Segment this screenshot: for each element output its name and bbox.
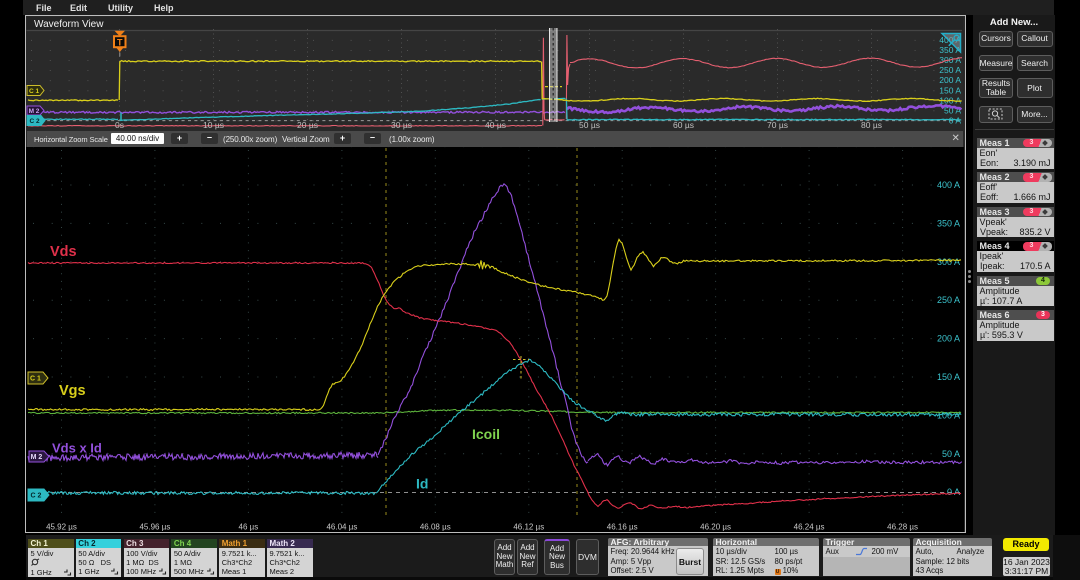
- svg-text:80 µs: 80 µs: [861, 120, 882, 130]
- svg-text:46.24 µs: 46.24 µs: [794, 523, 825, 532]
- svg-text:C 2: C 2: [29, 118, 40, 125]
- svg-text:250 A: 250 A: [937, 295, 960, 305]
- svg-text:46.28 µs: 46.28 µs: [887, 523, 918, 532]
- svg-text:0 A: 0 A: [947, 487, 960, 497]
- svg-text:10 µs: 10 µs: [203, 120, 224, 130]
- svg-text:Vgs: Vgs: [59, 383, 86, 399]
- svg-text:46 µs: 46 µs: [239, 523, 259, 532]
- svg-text:50 A: 50 A: [942, 449, 960, 459]
- svg-text:M 2: M 2: [29, 108, 40, 115]
- svg-text:46.04 µs: 46.04 µs: [326, 523, 357, 532]
- svg-text:60 µs: 60 µs: [673, 120, 694, 130]
- svg-text:46.08 µs: 46.08 µs: [420, 523, 451, 532]
- svg-text:C 1: C 1: [29, 88, 40, 95]
- svg-text:30 µs: 30 µs: [391, 120, 412, 130]
- svg-text:Vds x Id: Vds x Id: [52, 441, 102, 456]
- svg-text:45.92 µs: 45.92 µs: [46, 523, 77, 532]
- svg-text:Id: Id: [416, 476, 428, 492]
- svg-text:Icoil: Icoil: [472, 426, 500, 442]
- svg-text:150 A: 150 A: [939, 85, 961, 95]
- svg-text:C 1: C 1: [30, 376, 41, 383]
- svg-text:150 A: 150 A: [937, 372, 960, 382]
- svg-text:46.12 µs: 46.12 µs: [513, 523, 544, 532]
- svg-text:300 A: 300 A: [937, 257, 960, 267]
- svg-text:70 µs: 70 µs: [767, 120, 788, 130]
- svg-text:200 A: 200 A: [939, 75, 961, 85]
- svg-text:45.96 µs: 45.96 µs: [139, 523, 170, 532]
- svg-text:C 2: C 2: [31, 493, 42, 500]
- svg-text:Vds: Vds: [50, 244, 77, 260]
- svg-text:M 2: M 2: [31, 454, 43, 461]
- svg-text:250 A: 250 A: [939, 65, 961, 75]
- svg-text:46.16 µs: 46.16 µs: [607, 523, 638, 532]
- svg-text:0s: 0s: [115, 120, 124, 130]
- svg-text:400 A: 400 A: [937, 180, 960, 190]
- svg-text:200 A: 200 A: [937, 334, 960, 344]
- svg-text:46.20 µs: 46.20 µs: [700, 523, 731, 532]
- svg-text:20 µs: 20 µs: [297, 120, 318, 130]
- svg-text:350 A: 350 A: [937, 218, 960, 228]
- svg-text:T: T: [117, 38, 123, 48]
- svg-text:50 µs: 50 µs: [579, 120, 600, 130]
- svg-text:40 µs: 40 µs: [485, 120, 506, 130]
